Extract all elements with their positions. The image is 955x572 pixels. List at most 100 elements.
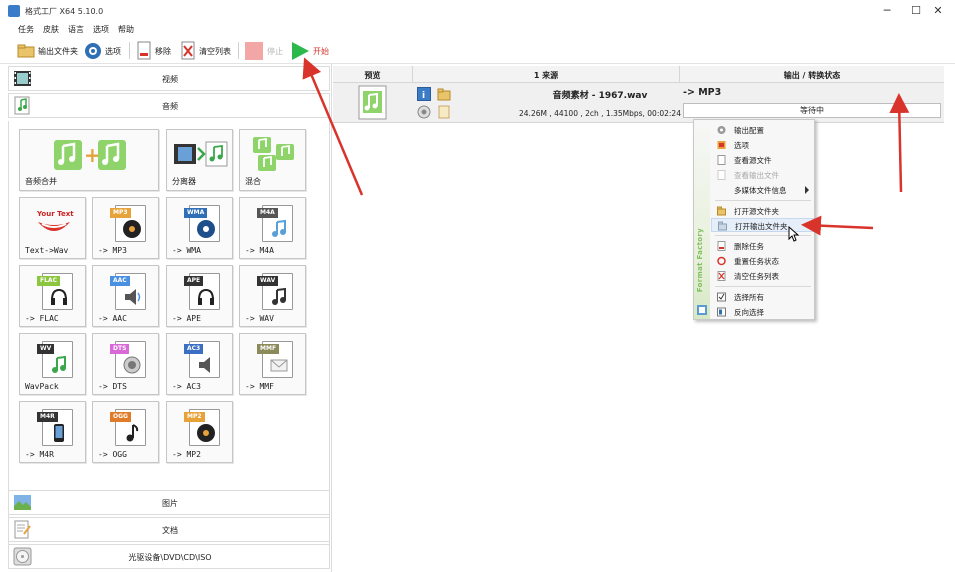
m4r-file-icon: M4R (37, 409, 73, 446)
category-audio[interactable]: 音频 (8, 93, 330, 118)
cm-media-info[interactable]: 多媒体文件信息 (711, 183, 814, 197)
settings-icon[interactable] (417, 105, 431, 119)
phone-icon (54, 424, 64, 442)
mp2-file-icon: MP2 (184, 409, 220, 446)
column-preview[interactable]: 预览 (333, 70, 412, 81)
music-note-icon (52, 355, 66, 373)
cm-output-config[interactable]: 输出配置 (711, 123, 814, 137)
minimize-button[interactable]: ─ (874, 3, 900, 19)
task-source-name: 音频素材 - 1967.wav (552, 91, 648, 101)
cm-options[interactable]: 选项 (711, 138, 814, 152)
tool-to-ac3[interactable]: AC3 -> AC3 (166, 333, 233, 395)
submenu-arrow-icon (805, 186, 809, 194)
ape-file-icon: APE (184, 273, 220, 310)
cm-open-source-folder[interactable]: 打开源文件夹 (711, 204, 814, 218)
category-disc[interactable]: 光驱设备\DVD\CD\ISO (8, 544, 330, 569)
task-status-bar: 等待中 (683, 103, 941, 118)
tool-to-mmf[interactable]: MMF -> MMF (239, 333, 306, 395)
context-menu-brand-strip: Format Factory (694, 120, 710, 319)
text-to-wav-tag: Your Text (36, 210, 74, 218)
tool-text-to-wav[interactable]: Your Text Text->Wav (19, 197, 86, 259)
options-icon (85, 43, 101, 59)
column-output-status[interactable]: 输出 / 转换状态 (680, 70, 944, 81)
clear-list-icon (717, 271, 726, 281)
panel-splitter[interactable] (331, 64, 332, 572)
cm-view-source[interactable]: 查看源文件 (711, 153, 814, 167)
tool-to-m4r[interactable]: M4R -> M4R (19, 401, 86, 463)
music-note-icon (126, 424, 139, 442)
clear-list-icon (181, 41, 195, 60)
tool-to-dts[interactable]: DTS -> DTS (92, 333, 159, 395)
select-all-icon (717, 292, 726, 302)
stop-button[interactable]: 停止 (244, 40, 283, 62)
tool-to-wma[interactable]: WMA -> WMA (166, 197, 233, 259)
file-icon[interactable] (437, 105, 451, 119)
window-title: 格式工厂 X64 5.10.0 (25, 7, 104, 16)
wavpack-file-icon: WV (37, 341, 73, 378)
mouse-cursor-icon (788, 226, 800, 242)
remove-button[interactable]: 移除 (136, 40, 171, 62)
play-icon (292, 42, 309, 60)
text-to-wav-icon: Your Text (36, 210, 74, 231)
task-context-menu: Format Factory 输出配置 选项 查看源文件 查看输出文件 多媒体文… (693, 119, 815, 320)
envelope-icon (270, 359, 288, 372)
output-folder-icon (718, 221, 727, 231)
disc-icon (123, 220, 141, 238)
delete-task-icon (717, 241, 726, 251)
menu-task[interactable]: 任务 (18, 24, 34, 35)
aac-file-icon: AAC (110, 273, 146, 310)
splitter-icon (174, 141, 228, 167)
tool-to-wav[interactable]: WAV -> WAV (239, 265, 306, 327)
cm-view-output[interactable]: 查看输出文件 (711, 168, 814, 182)
cm-invert-selection[interactable]: 反向选择 (711, 305, 814, 319)
menu-divider (715, 200, 811, 201)
wav-file-icon: WAV (257, 273, 293, 310)
menu-divider (715, 286, 811, 287)
cm-reset-status[interactable]: 重置任务状态 (711, 254, 814, 268)
ac3-file-icon: AC3 (184, 341, 220, 378)
category-video[interactable]: 视频 (8, 66, 330, 91)
tool-splitter[interactable]: 分离器 (166, 129, 233, 191)
tool-to-ape[interactable]: APE -> APE (166, 265, 233, 327)
task-source-info: 24.26M , 44100 , 2ch , 1.35Mbps, 00:02:2… (519, 109, 681, 118)
task-row[interactable]: i 音频素材 - 1967.wav 24.26M , 44100 , 2ch ,… (333, 83, 944, 123)
output-folder-button[interactable]: 输出文件夹 (17, 40, 78, 62)
brand-logo-icon (697, 305, 707, 315)
category-document[interactable]: 文档 (8, 517, 330, 542)
menu-language[interactable]: 语言 (68, 24, 84, 35)
folder-icon (717, 206, 726, 216)
toolbar: 输出文件夹 选项 移除 清空列表 停止 开始 (0, 37, 955, 64)
category-picture[interactable]: 图片 (8, 490, 330, 515)
speaker-icon (125, 289, 141, 305)
tool-to-aac[interactable]: AAC -> AAC (92, 265, 159, 327)
tool-to-flac[interactable]: FLAC -> FLAC (19, 265, 86, 327)
app-icon (8, 5, 20, 17)
tool-to-mp3[interactable]: MP3 -> MP3 (92, 197, 159, 259)
tool-to-mp2[interactable]: MP2 -> MP2 (166, 401, 233, 463)
options-button[interactable]: 选项 (84, 40, 121, 62)
audio-file-thumbnail-icon (358, 85, 387, 120)
tool-mix[interactable]: 混合 (239, 129, 306, 191)
music-note-icon (272, 219, 286, 237)
dts-file-icon: DTS (110, 341, 146, 378)
music-note-icon (272, 287, 286, 305)
cm-select-all[interactable]: 选择所有 (711, 290, 814, 304)
reset-status-icon (717, 256, 726, 266)
folder-icon[interactable] (437, 87, 451, 101)
start-button[interactable]: 开始 (290, 40, 329, 62)
tool-audio-merge[interactable]: + 音频合并 (19, 129, 159, 191)
menu-skin[interactable]: 皮肤 (43, 24, 59, 35)
tool-wavpack[interactable]: WV WavPack (19, 333, 86, 395)
column-source[interactable]: 1 来源 (413, 70, 679, 81)
info-icon[interactable]: i (417, 87, 431, 101)
invert-selection-icon (717, 307, 726, 317)
menu-help[interactable]: 帮助 (118, 24, 134, 35)
tool-to-m4a[interactable]: M4A -> M4A (239, 197, 306, 259)
cm-clear-task-list[interactable]: 清空任务列表 (711, 269, 814, 283)
menu-options[interactable]: 选项 (93, 24, 109, 35)
clear-list-button[interactable]: 清空列表 (180, 40, 231, 62)
folder-icon (17, 44, 35, 58)
close-button[interactable]: ✕ (925, 3, 951, 19)
task-list: 预览 1 来源 输出 / 转换状态 i 音频素材 - 1967.wav 24.2… (333, 66, 944, 572)
tool-to-ogg[interactable]: OGG -> OGG (92, 401, 159, 463)
